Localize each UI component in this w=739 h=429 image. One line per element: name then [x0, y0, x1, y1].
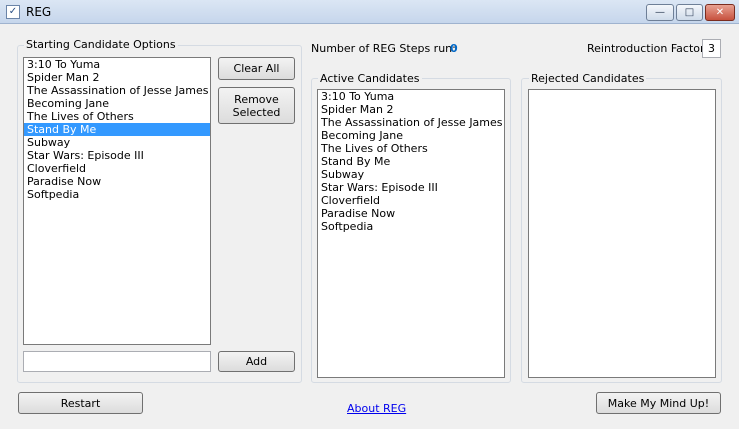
clear-all-button[interactable]: Clear All: [218, 57, 295, 80]
about-reg-link[interactable]: About REG: [347, 402, 406, 415]
title-bar[interactable]: ✓ REG — □ ✕: [0, 0, 739, 24]
minimize-icon: —: [655, 7, 665, 18]
active-candidates-title: Active Candidates: [318, 72, 422, 85]
maximize-icon: □: [684, 7, 695, 18]
list-item[interactable]: Cloverfield: [24, 162, 210, 175]
reintroduction-factor-input[interactable]: [702, 39, 721, 58]
steps-run-value: 0: [450, 42, 458, 55]
add-candidate-input[interactable]: [23, 351, 211, 372]
list-item[interactable]: Spider Man 2: [24, 71, 210, 84]
window-title: REG: [26, 5, 52, 19]
rejected-candidates-title: Rejected Candidates: [529, 72, 647, 85]
list-item[interactable]: The Lives of Others: [24, 110, 210, 123]
steps-run-label-text: Number of REG Steps run:: [311, 42, 456, 55]
list-item[interactable]: Subway: [318, 168, 504, 181]
make-my-mind-up-button[interactable]: Make My Mind Up!: [596, 392, 721, 414]
minimize-button[interactable]: —: [646, 4, 674, 21]
restart-button[interactable]: Restart: [18, 392, 143, 414]
close-icon: ✕: [715, 7, 725, 18]
list-item[interactable]: The Assassination of Jesse James: [318, 116, 504, 129]
list-item[interactable]: Spider Man 2: [318, 103, 504, 116]
rejected-candidates-list[interactable]: [528, 89, 716, 378]
list-item[interactable]: Paradise Now: [318, 207, 504, 220]
list-item[interactable]: Softpedia: [318, 220, 504, 233]
list-item[interactable]: Star Wars: Episode III: [318, 181, 504, 194]
list-item[interactable]: 3:10 To Yuma: [318, 90, 504, 103]
reintroduction-factor-label: Reintroduction Factor:: [587, 42, 709, 55]
list-item[interactable]: The Lives of Others: [318, 142, 504, 155]
list-item[interactable]: The Assassination of Jesse James: [24, 84, 210, 97]
list-item[interactable]: Star Wars: Episode III: [24, 149, 210, 162]
starting-candidates-list[interactable]: 3:10 To Yuma Spider Man 2 The Assassinatio…: [23, 57, 211, 345]
maximize-button[interactable]: □: [676, 4, 703, 21]
list-item[interactable]: Cloverfield: [318, 194, 504, 207]
starting-candidates-title: Starting Candidate Options: [24, 38, 178, 51]
list-item[interactable]: Stand By Me: [318, 155, 504, 168]
list-item[interactable]: Subway: [24, 136, 210, 149]
list-item[interactable]: Becoming Jane: [24, 97, 210, 110]
list-item[interactable]: Becoming Jane: [318, 129, 504, 142]
steps-run-label: Number of REG Steps run:: [311, 42, 456, 55]
list-item[interactable]: 3:10 To Yuma: [24, 58, 210, 71]
list-item[interactable]: Paradise Now: [24, 175, 210, 188]
app-icon: ✓: [6, 5, 20, 19]
close-button[interactable]: ✕: [705, 4, 735, 21]
list-item[interactable]: Softpedia: [24, 188, 210, 201]
list-item[interactable]: Stand By Me: [24, 123, 210, 136]
active-candidates-list[interactable]: 3:10 To Yuma Spider Man 2 The Assassinatio…: [317, 89, 505, 378]
add-button[interactable]: Add: [218, 351, 295, 372]
remove-selected-button[interactable]: Remove Selected: [218, 87, 295, 124]
